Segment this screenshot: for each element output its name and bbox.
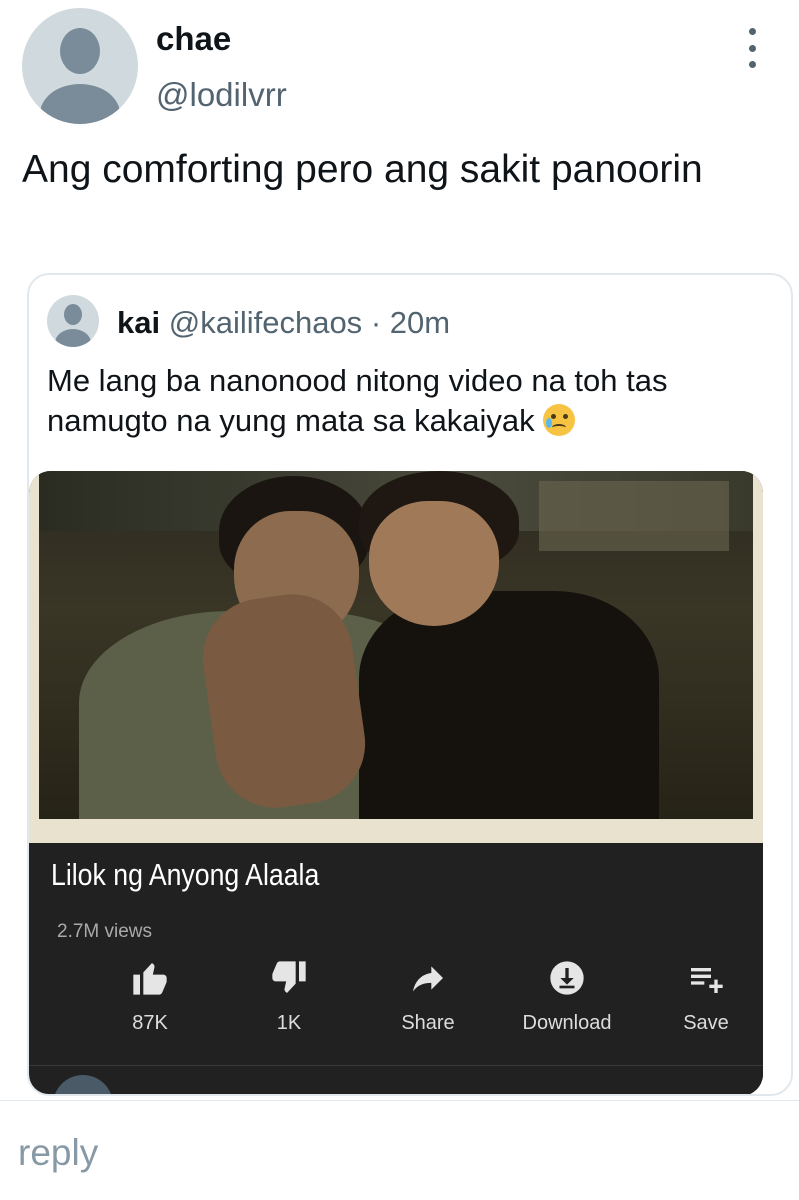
reply-divider [0,1100,799,1101]
thumbs-up-icon [130,958,170,998]
like-count: 87K [132,1012,168,1034]
default-avatar-body [40,84,120,124]
dislike-count: 1K [276,1012,302,1034]
smiling-face-with-tear-icon [543,404,576,436]
video-thumbnail [29,471,763,843]
thumbs-down-icon [269,958,309,998]
share-button[interactable]: Share [363,958,493,1035]
author-avatar[interactable] [22,8,138,124]
tweet-text: Ang comforting pero ang sakit panoorin [22,148,703,191]
video-views: 2.7M views [57,921,153,942]
quoted-tweet-text: Me lang ba nanonood nitong video na toh … [47,363,668,438]
default-avatar-head [60,28,100,74]
author-name[interactable]: chae [156,20,231,58]
quoted-author-avatar[interactable] [47,295,99,347]
more-options-icon[interactable] [742,28,762,68]
quoted-tweet-text-block: Me lang ba nanonood nitong video na toh … [47,361,787,441]
share-label: Share [401,1012,455,1034]
video-title: Lilok ng Anyong Alaala [51,857,320,892]
divider [29,1065,763,1066]
download-label: Download [522,1012,612,1034]
video-info-panel: Lilok ng Anyong Alaala 2.7M views 87K 1K [29,843,763,1094]
save-playlist-icon [686,958,726,998]
quoted-author-name[interactable]: kai [117,305,160,340]
save-label: Save [683,1012,729,1034]
photo-of-two-people [39,471,753,819]
video-action-bar: 87K 1K Share Download Save [29,958,763,1048]
download-icon [547,958,587,998]
download-button[interactable]: Download [502,958,632,1035]
reply-input[interactable]: reply [18,1132,98,1174]
quoted-tweet-header: kai @kailifechaos · 20m [117,305,450,341]
quoted-tweet[interactable]: kai @kailifechaos · 20m Me lang ba nanon… [27,273,793,1096]
dislike-button[interactable]: 1K [224,958,354,1035]
quoted-tweet-time: · 20m [370,305,451,340]
channel-avatar[interactable] [53,1075,113,1094]
like-button[interactable]: 87K [85,958,215,1035]
save-button[interactable]: Save [641,958,763,1035]
quoted-author-handle[interactable]: @kailifechaos [169,305,362,340]
author-handle[interactable]: @lodilvrr [156,76,287,114]
video-screenshot[interactable]: Lilok ng Anyong Alaala 2.7M views 87K 1K [29,471,763,1094]
share-icon [408,958,448,998]
